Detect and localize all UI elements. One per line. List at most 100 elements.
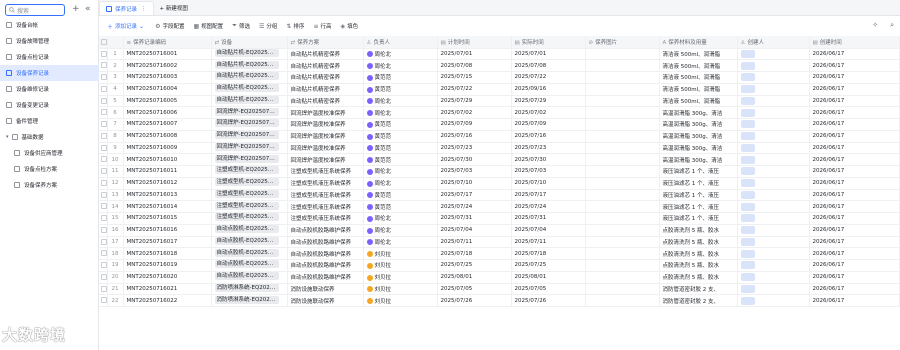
cell-actual-time[interactable]: 2025/09/16 bbox=[511, 83, 586, 96]
cell-creator[interactable] bbox=[737, 95, 810, 108]
row-select-cell[interactable] bbox=[99, 48, 108, 61]
cell-material[interactable]: 点胶清洗剂 5 瓶、胶水 bbox=[659, 236, 738, 249]
cell-creator[interactable] bbox=[737, 294, 810, 307]
row-checkbox[interactable] bbox=[101, 262, 106, 269]
cell-actual-time[interactable]: 2025/07/11 bbox=[511, 236, 586, 249]
cell-actual-time[interactable]: 2025/07/30 bbox=[511, 153, 586, 166]
sidebar-item[interactable]: 设备供应商管理 bbox=[0, 145, 99, 161]
cell-actual-time[interactable]: 2025/07/05 bbox=[511, 283, 586, 296]
linked-record-tag[interactable]: 自动点胶机-EQ202507004 bbox=[214, 272, 279, 281]
cell-actual-time[interactable]: 2025/08/01 bbox=[511, 271, 586, 284]
row-select-cell[interactable] bbox=[99, 271, 108, 284]
cell-image[interactable] bbox=[585, 212, 660, 225]
cell-owner[interactable]: 黄范范 bbox=[363, 200, 438, 213]
cell-actual-time[interactable]: 2025/07/17 bbox=[511, 189, 586, 202]
cell-created-time[interactable]: 2026/06/17 bbox=[809, 71, 900, 84]
cell-material[interactable]: 清洁液 500ml、润滑脂 bbox=[659, 95, 738, 108]
cell-plan[interactable]: 回流焊炉温度校准保养 bbox=[287, 118, 364, 131]
cell-plan-time[interactable]: 2025/07/03 bbox=[437, 165, 512, 178]
cell-record-code[interactable]: MNT20250716020 bbox=[123, 271, 212, 284]
row-select-cell[interactable] bbox=[99, 236, 108, 249]
cell-creator[interactable] bbox=[737, 189, 810, 202]
cell-device[interactable]: 自动贴片机-EQ202507001 bbox=[211, 48, 288, 61]
linked-record-tag[interactable]: 注塑成型机-EQ202507003 bbox=[214, 201, 279, 210]
row-checkbox[interactable] bbox=[101, 168, 106, 175]
cell-record-code[interactable]: MNT20250716013 bbox=[123, 189, 212, 202]
cell-created-time[interactable]: 2026/06/17 bbox=[809, 247, 900, 260]
linked-record-tag[interactable]: 注塑成型机-EQ202507003 bbox=[214, 213, 279, 222]
cell-device[interactable]: 自动贴片机-EQ202507001 bbox=[211, 83, 288, 96]
table-row[interactable]: 9 MNT20250716009 回流焊炉-EQ2025070002 回流焊炉温度校准… bbox=[99, 142, 900, 155]
cell-owner[interactable]: 周伦北 bbox=[363, 224, 438, 237]
cell-image[interactable] bbox=[585, 200, 660, 213]
sidebar-item[interactable]: 设备故障管理 bbox=[0, 33, 99, 49]
cell-plan-time[interactable]: 2025/07/15 bbox=[437, 71, 512, 84]
row-select-cell[interactable] bbox=[99, 247, 108, 260]
cell-plan[interactable]: 消防设施联动保养 bbox=[287, 294, 364, 307]
cell-creator[interactable] bbox=[737, 71, 810, 84]
linked-record-tag[interactable]: 回流焊炉-EQ2025070002 bbox=[214, 142, 279, 151]
cell-owner[interactable]: 黄范范 bbox=[363, 189, 438, 202]
cell-image[interactable] bbox=[585, 177, 660, 190]
cell-actual-time[interactable]: 2025/07/18 bbox=[511, 247, 586, 260]
row-checkbox[interactable] bbox=[101, 179, 106, 186]
cell-device[interactable]: 自动贴片机-EQ202507001 bbox=[211, 59, 288, 72]
search-records-icon[interactable]: ⌕ bbox=[890, 21, 894, 30]
cell-plan-time[interactable]: 2025/07/18 bbox=[437, 247, 512, 260]
table-row[interactable]: 17 MNT20250716017 自动点胶机-EQ202507004 自动点胶机胶路… bbox=[99, 236, 900, 249]
cell-record-code[interactable]: MNT20250716015 bbox=[123, 212, 212, 225]
cell-plan[interactable]: 自动点胶机胶路维护保养 bbox=[287, 259, 364, 272]
fill-color-button[interactable]: ◈ 填色 bbox=[340, 22, 358, 31]
cell-creator[interactable] bbox=[737, 212, 810, 225]
cell-image[interactable] bbox=[585, 95, 660, 108]
cell-image[interactable] bbox=[585, 83, 660, 96]
cell-plan-time[interactable]: 2025/07/11 bbox=[437, 236, 512, 249]
cell-material[interactable]: 消防管道密封胶 2 支、 bbox=[659, 283, 738, 296]
row-checkbox[interactable] bbox=[101, 156, 106, 163]
cell-material[interactable]: 液压油滤芯 1 个、液压 bbox=[659, 189, 738, 202]
cell-plan[interactable]: 注塑成型机液压系统保养 bbox=[287, 165, 364, 178]
cell-material[interactable]: 高温润滑脂 300g、清洁 bbox=[659, 153, 738, 166]
cell-actual-time[interactable]: 2025/07/29 bbox=[511, 95, 586, 108]
cell-created-time[interactable]: 2026/06/17 bbox=[809, 200, 900, 213]
cell-plan[interactable]: 自动贴片机精密保养 bbox=[287, 95, 364, 108]
cell-plan[interactable]: 注塑成型机液压系统保养 bbox=[287, 200, 364, 213]
cell-plan[interactable]: 回流焊炉温度校准保养 bbox=[287, 106, 364, 119]
cell-created-time[interactable]: 2026/06/17 bbox=[809, 177, 900, 190]
table-row[interactable]: 22 MNT20250716022 消防喷淋系统-EQ202507005 消防设施联动… bbox=[99, 294, 900, 307]
row-select-cell[interactable] bbox=[99, 106, 108, 119]
cell-plan[interactable]: 自动点胶机胶路维护保养 bbox=[287, 236, 364, 249]
cell-owner[interactable]: 周伦北 bbox=[363, 59, 438, 72]
column-header[interactable]: ♙ 创建人 bbox=[737, 36, 810, 49]
cell-plan-time[interactable]: 2025/07/02 bbox=[437, 106, 512, 119]
cell-record-code[interactable]: MNT20250716003 bbox=[123, 71, 212, 84]
cell-record-code[interactable]: MNT20250716007 bbox=[123, 118, 212, 131]
cell-device[interactable]: 自动点胶机-EQ202507004 bbox=[211, 259, 288, 272]
table-row[interactable]: 14 MNT20250716014 注塑成型机-EQ202507003 注塑成型机液压… bbox=[99, 200, 900, 213]
cell-created-time[interactable]: 2026/06/17 bbox=[809, 259, 900, 272]
cell-record-code[interactable]: MNT20250716016 bbox=[123, 224, 212, 237]
cell-material[interactable]: 液压油滤芯 1 个、液压 bbox=[659, 165, 738, 178]
cell-created-time[interactable]: 2026/06/17 bbox=[809, 153, 900, 166]
cell-plan-time[interactable]: 2025/07/09 bbox=[437, 118, 512, 131]
cell-created-time[interactable]: 2026/06/17 bbox=[809, 118, 900, 131]
cell-record-code[interactable]: MNT20250716021 bbox=[123, 283, 212, 296]
cell-record-code[interactable]: MNT20250716005 bbox=[123, 95, 212, 108]
cell-record-code[interactable]: MNT20250716014 bbox=[123, 200, 212, 213]
cell-material[interactable]: 清洁液 500ml、润滑脂 bbox=[659, 48, 738, 61]
cell-plan-time[interactable]: 2025/07/16 bbox=[437, 130, 512, 143]
cell-owner[interactable]: 刘贝拉 bbox=[363, 247, 438, 260]
cell-creator[interactable] bbox=[737, 48, 810, 61]
cell-record-code[interactable]: MNT20250716022 bbox=[123, 294, 212, 307]
row-select-cell[interactable] bbox=[99, 283, 108, 296]
cell-creator[interactable] bbox=[737, 259, 810, 272]
cell-plan-time[interactable]: 2025/07/26 bbox=[437, 294, 512, 307]
row-checkbox[interactable] bbox=[101, 238, 106, 245]
cell-creator[interactable] bbox=[737, 106, 810, 119]
table-row[interactable]: 12 MNT20250716012 注塑成型机-EQ202507003 注塑成型机液压… bbox=[99, 177, 900, 190]
table-row[interactable]: 1 MNT20250716001 自动贴片机-EQ202507001 自动贴片机精密保… bbox=[99, 48, 900, 61]
chevron-down-icon[interactable]: ▾ bbox=[6, 134, 9, 140]
cell-owner[interactable]: 黄范范 bbox=[363, 130, 438, 143]
cell-material[interactable]: 点胶清洗剂 5 瓶、胶水 bbox=[659, 259, 738, 272]
cell-device[interactable]: 消防喷淋系统-EQ202507005 bbox=[211, 294, 288, 307]
